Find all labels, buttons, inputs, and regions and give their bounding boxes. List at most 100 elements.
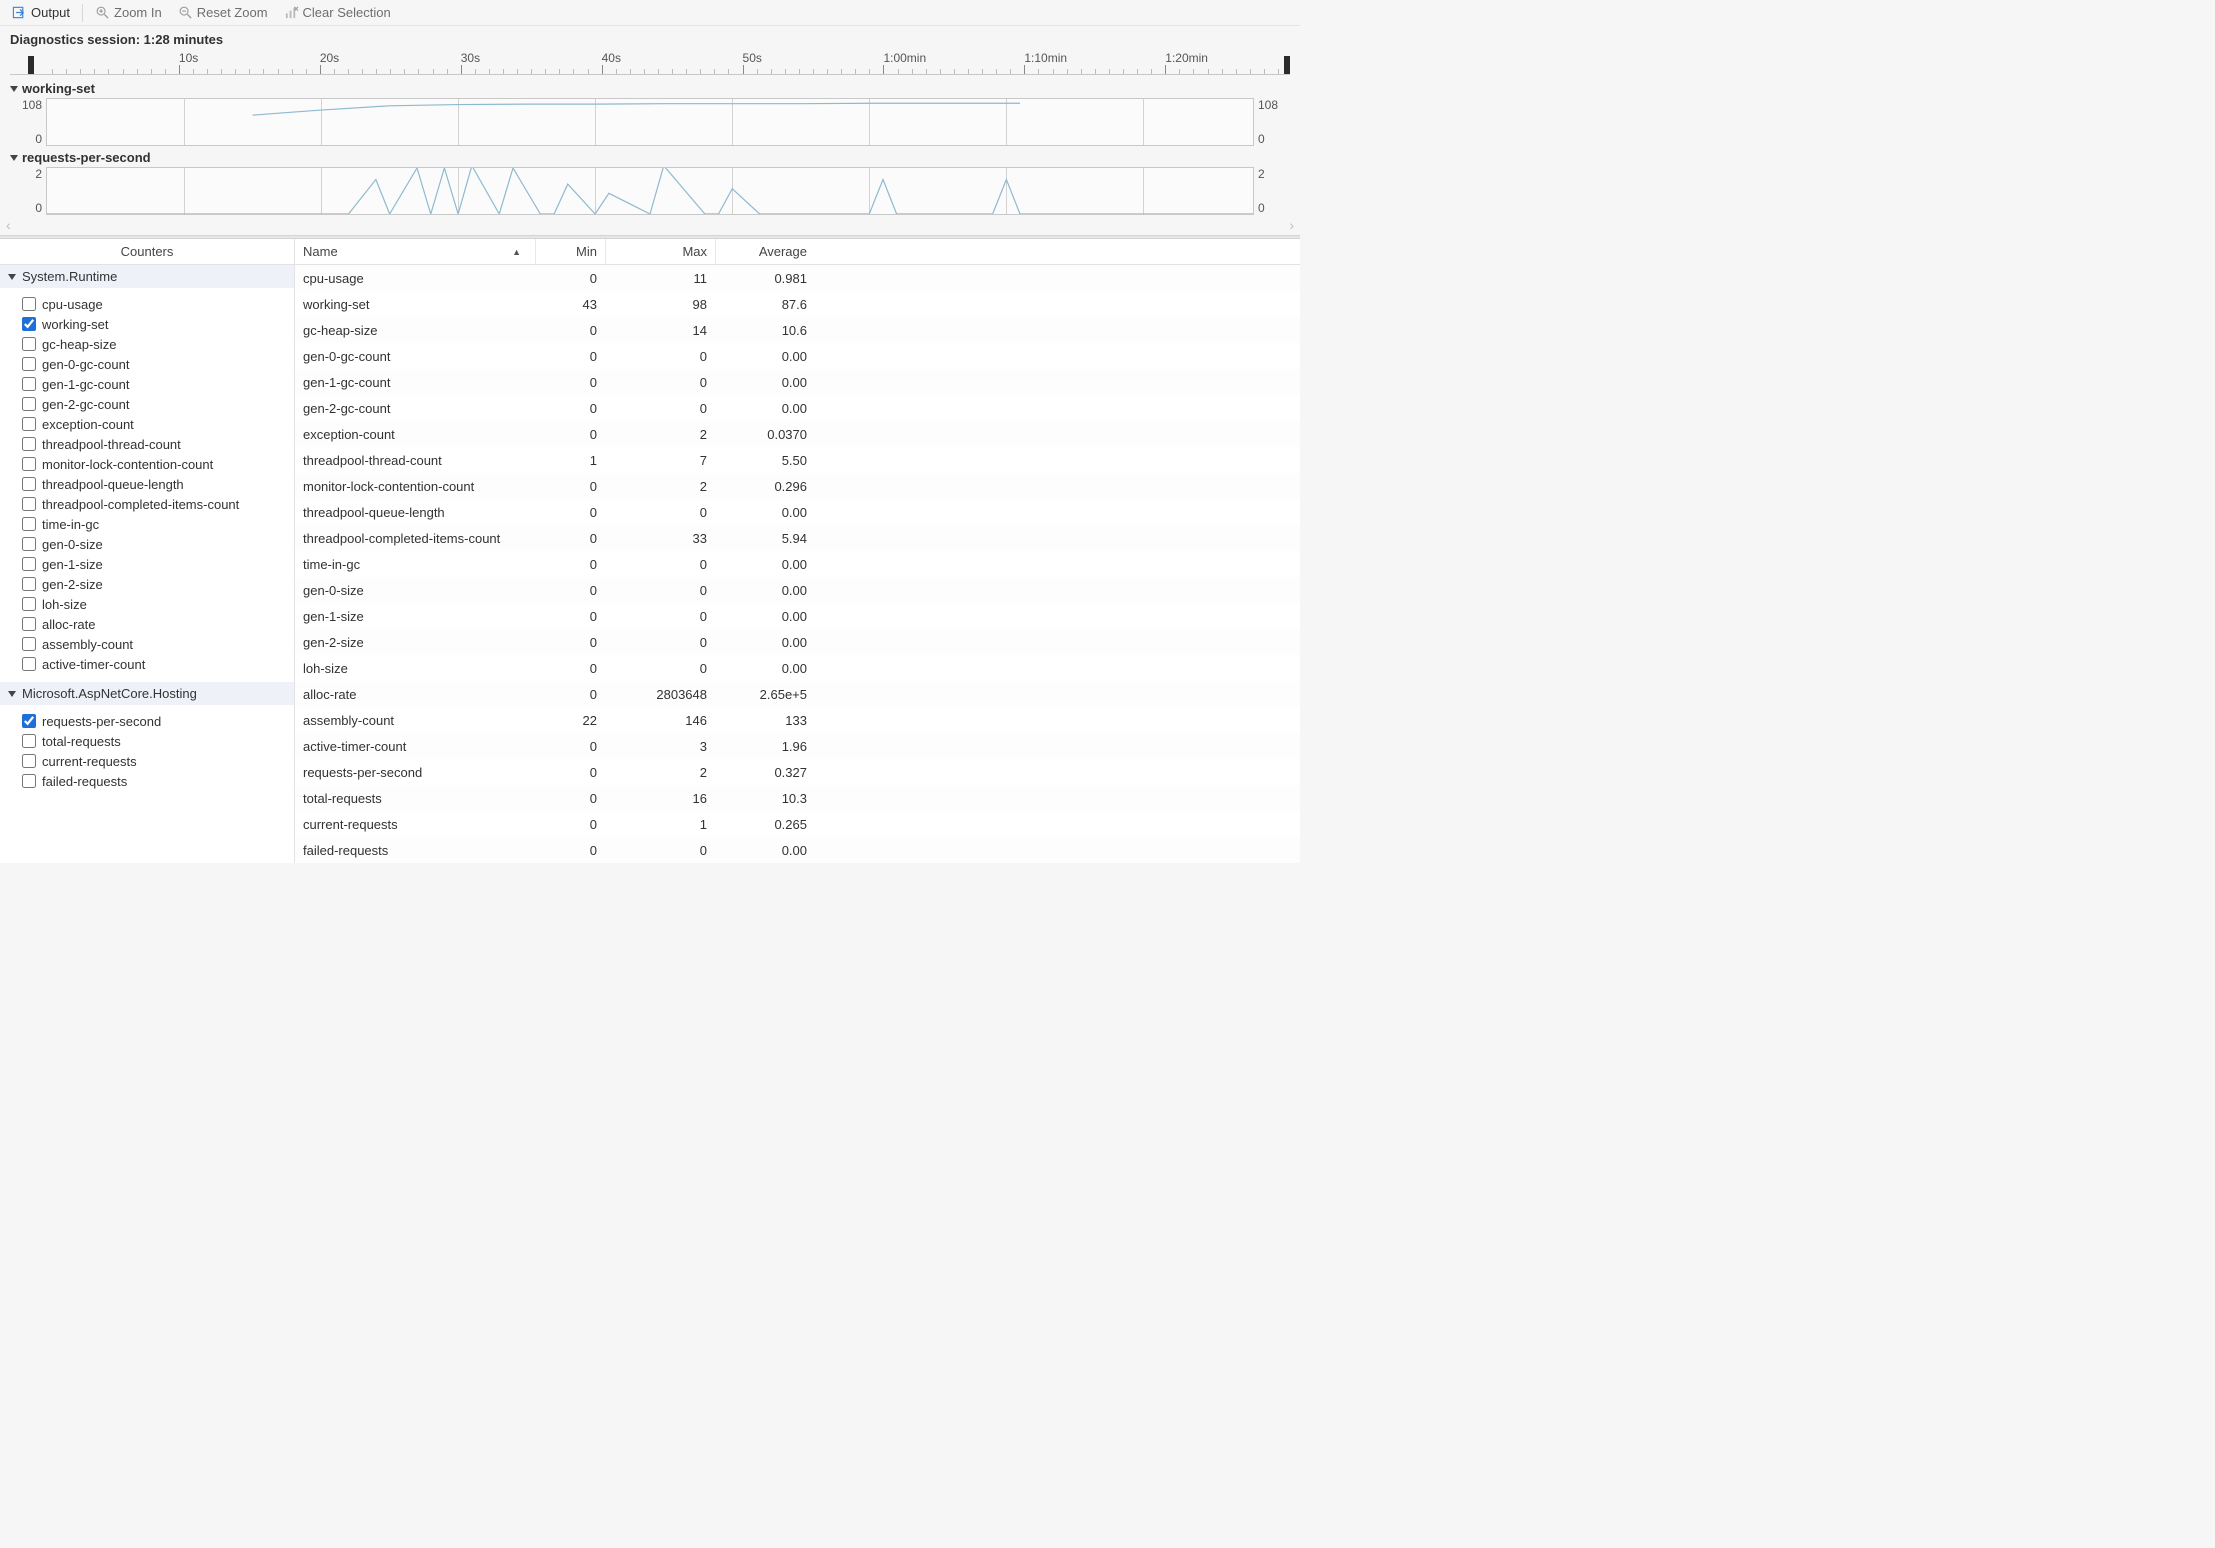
chart-plot[interactable] xyxy=(46,98,1254,146)
counter-checkbox[interactable] xyxy=(22,714,36,728)
table-row[interactable]: gc-heap-size01410.6 xyxy=(295,317,1300,343)
counter-checkbox[interactable] xyxy=(22,657,36,671)
counter-checkbox[interactable] xyxy=(22,637,36,651)
tree-item[interactable]: total-requests xyxy=(0,731,294,751)
counter-label: time-in-gc xyxy=(42,517,99,532)
table-row[interactable]: gen-1-size000.00 xyxy=(295,603,1300,629)
tree-item[interactable]: threadpool-thread-count xyxy=(0,434,294,454)
tree-item[interactable]: working-set xyxy=(0,314,294,334)
counter-checkbox[interactable] xyxy=(22,417,36,431)
tree-item[interactable]: monitor-lock-contention-count xyxy=(0,454,294,474)
cell-name: threadpool-queue-length xyxy=(295,505,535,520)
table-row[interactable]: monitor-lock-contention-count020.296 xyxy=(295,473,1300,499)
table-row[interactable]: assembly-count22146133 xyxy=(295,707,1300,733)
table-row[interactable]: current-requests010.265 xyxy=(295,811,1300,837)
table-row[interactable]: gen-0-size000.00 xyxy=(295,577,1300,603)
tree-item[interactable]: gen-0-gc-count xyxy=(0,354,294,374)
tree-item[interactable]: current-requests xyxy=(0,751,294,771)
counter-checkbox[interactable] xyxy=(22,457,36,471)
tree-item[interactable]: active-timer-count xyxy=(0,654,294,674)
reset-zoom-button[interactable]: Reset Zoom xyxy=(172,3,274,22)
counter-checkbox[interactable] xyxy=(22,754,36,768)
counter-checkbox[interactable] xyxy=(22,477,36,491)
tree-group-header[interactable]: Microsoft.AspNetCore.Hosting xyxy=(0,682,294,705)
tree-item[interactable]: exception-count xyxy=(0,414,294,434)
counter-checkbox[interactable] xyxy=(22,357,36,371)
cell-avg: 0.00 xyxy=(715,349,815,364)
timeline-ruler[interactable]: 10s20s30s40s50s1:00min1:10min1:20min xyxy=(10,51,1290,75)
counter-label: assembly-count xyxy=(42,637,133,652)
counter-label: gen-0-gc-count xyxy=(42,357,129,372)
cell-max: 7 xyxy=(605,453,715,468)
table-row[interactable]: time-in-gc000.00 xyxy=(295,551,1300,577)
timeline-scroll: ‹ › xyxy=(0,217,1300,233)
cell-min: 0 xyxy=(535,323,605,338)
cell-name: requests-per-second xyxy=(295,765,535,780)
tree-item[interactable]: alloc-rate xyxy=(0,614,294,634)
tree-item[interactable]: assembly-count xyxy=(0,634,294,654)
table-row[interactable]: gen-1-gc-count000.00 xyxy=(295,369,1300,395)
counter-checkbox[interactable] xyxy=(22,577,36,591)
col-avg[interactable]: Average xyxy=(715,239,815,264)
table-row[interactable]: working-set439887.6 xyxy=(295,291,1300,317)
tree-item[interactable]: gc-heap-size xyxy=(0,334,294,354)
table-row[interactable]: gen-2-gc-count000.00 xyxy=(295,395,1300,421)
table-row[interactable]: exception-count020.0370 xyxy=(295,421,1300,447)
table-row[interactable]: active-timer-count031.96 xyxy=(295,733,1300,759)
tree-item[interactable]: gen-2-gc-count xyxy=(0,394,294,414)
chart-plot[interactable] xyxy=(46,167,1254,215)
clear-selection-button[interactable]: Clear Selection xyxy=(278,3,397,22)
scroll-right-icon[interactable]: › xyxy=(1289,217,1294,233)
counter-checkbox[interactable] xyxy=(22,377,36,391)
counter-checkbox[interactable] xyxy=(22,297,36,311)
counter-checkbox[interactable] xyxy=(22,617,36,631)
table-row[interactable]: cpu-usage0110.981 xyxy=(295,265,1300,291)
table-row[interactable]: gen-2-size000.00 xyxy=(295,629,1300,655)
counter-checkbox[interactable] xyxy=(22,437,36,451)
counter-checkbox[interactable] xyxy=(22,497,36,511)
table-row[interactable]: threadpool-completed-items-count0335.94 xyxy=(295,525,1300,551)
tree-item[interactable]: gen-2-size xyxy=(0,574,294,594)
cell-max: 0 xyxy=(605,349,715,364)
table-row[interactable]: alloc-rate028036482.65e+5 xyxy=(295,681,1300,707)
table-row[interactable]: failed-requests000.00 xyxy=(295,837,1300,863)
tree-item[interactable]: requests-per-second xyxy=(0,711,294,731)
tree-item[interactable]: threadpool-queue-length xyxy=(0,474,294,494)
collapse-toggle-icon[interactable] xyxy=(10,86,18,92)
counter-checkbox[interactable] xyxy=(22,597,36,611)
table-row[interactable]: threadpool-queue-length000.00 xyxy=(295,499,1300,525)
counter-checkbox[interactable] xyxy=(22,774,36,788)
tree-item[interactable]: gen-1-size xyxy=(0,554,294,574)
tree-item[interactable]: cpu-usage xyxy=(0,294,294,314)
table-row[interactable]: gen-0-gc-count000.00 xyxy=(295,343,1300,369)
table-row[interactable]: total-requests01610.3 xyxy=(295,785,1300,811)
chart-y-axis-left: 2 0 xyxy=(10,167,46,215)
col-max[interactable]: Max xyxy=(605,239,715,264)
zoom-in-button[interactable]: Zoom In xyxy=(89,3,168,22)
counter-checkbox[interactable] xyxy=(22,557,36,571)
tree-item[interactable]: gen-1-gc-count xyxy=(0,374,294,394)
scroll-left-icon[interactable]: ‹ xyxy=(6,217,11,233)
col-min[interactable]: Min xyxy=(535,239,605,264)
counter-checkbox[interactable] xyxy=(22,734,36,748)
counter-checkbox[interactable] xyxy=(22,337,36,351)
tree-item[interactable]: gen-0-size xyxy=(0,534,294,554)
col-name[interactable]: Name ▲ xyxy=(295,239,535,264)
cell-min: 0 xyxy=(535,271,605,286)
tree-item[interactable]: failed-requests xyxy=(0,771,294,791)
collapse-toggle-icon[interactable] xyxy=(10,155,18,161)
counter-checkbox[interactable] xyxy=(22,517,36,531)
cell-avg: 0.00 xyxy=(715,557,815,572)
tree-group-header[interactable]: System.Runtime xyxy=(0,265,294,288)
counter-checkbox[interactable] xyxy=(22,537,36,551)
output-button[interactable]: Output xyxy=(6,3,76,22)
tree-item[interactable]: threadpool-completed-items-count xyxy=(0,494,294,514)
cell-avg: 0.00 xyxy=(715,583,815,598)
table-row[interactable]: threadpool-thread-count175.50 xyxy=(295,447,1300,473)
tree-item[interactable]: loh-size xyxy=(0,594,294,614)
table-row[interactable]: requests-per-second020.327 xyxy=(295,759,1300,785)
counter-checkbox[interactable] xyxy=(22,397,36,411)
tree-item[interactable]: time-in-gc xyxy=(0,514,294,534)
table-row[interactable]: loh-size000.00 xyxy=(295,655,1300,681)
counter-checkbox[interactable] xyxy=(22,317,36,331)
